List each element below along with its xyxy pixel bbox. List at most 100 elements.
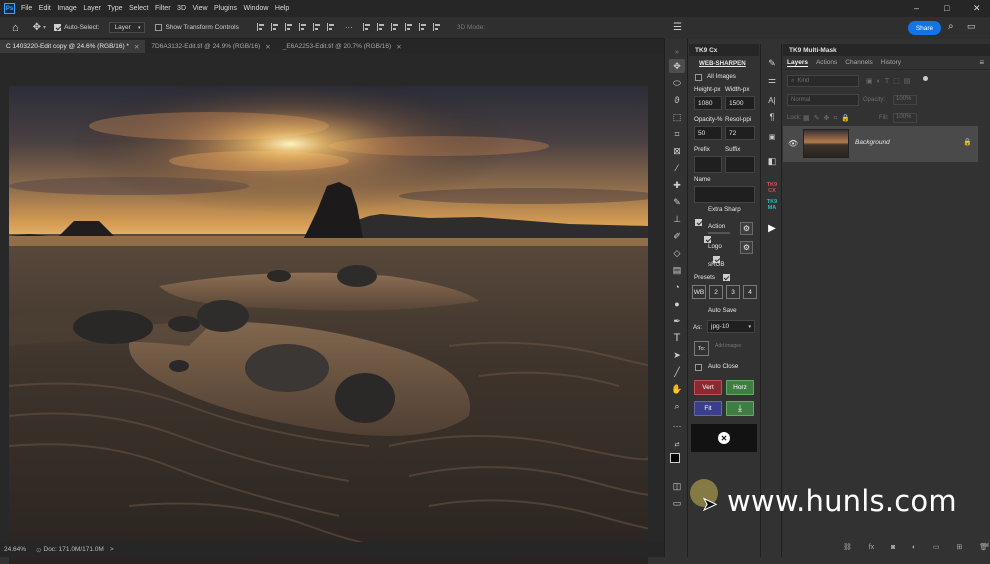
layer-filter-icons[interactable]: ▣◐T⬚▤ <box>866 77 914 85</box>
clone-stamp-icon[interactable]: ⊥ <box>669 212 685 226</box>
close-tab-icon[interactable]: ✕ <box>396 43 401 51</box>
resize-grip-icon[interactable]: ◢ <box>984 541 989 548</box>
brush-settings-icon[interactable]: ✎ <box>765 56 779 70</box>
tab-document-2[interactable]: 7D6A3132-Edit.tif @ 24.9% (RGB/16) ✕ <box>145 40 277 53</box>
opacity-input[interactable]: 50 <box>694 126 722 140</box>
width-input[interactable]: 1500 <box>725 96 755 110</box>
tab-channels[interactable]: Channels <box>845 59 872 66</box>
blur-tool-icon[interactable]: ◔ <box>669 280 685 294</box>
toolbar-collapse-icon[interactable]: » <box>669 45 685 59</box>
menu-filter[interactable]: Filter <box>155 5 171 12</box>
path-selection-icon[interactable]: ➤ <box>669 348 685 362</box>
auto-select-target-dropdown[interactable]: Layer ▾ <box>109 22 146 33</box>
menu-plugins[interactable]: Plugins <box>214 5 237 12</box>
menu-window[interactable]: Window <box>244 5 269 12</box>
web-sharpen-link[interactable]: WEB-SHARPEN <box>699 60 746 67</box>
add-mask-icon[interactable]: ◙ <box>891 544 895 551</box>
download-icon[interactable]: ⤓ <box>726 401 754 416</box>
crop-tool-icon[interactable]: ⌗ <box>669 127 685 141</box>
object-selection-icon[interactable]: ⬚ <box>669 110 685 124</box>
properties-panel-icon[interactable]: ◧ <box>765 154 779 168</box>
move-tool-icon[interactable]: ✥ <box>669 59 685 73</box>
link-layers-icon[interactable]: ⛓ <box>843 543 852 551</box>
minimize-button[interactable]: – <box>914 3 919 13</box>
new-layer-icon[interactable]: ⊞ <box>956 543 962 551</box>
fit-button[interactable]: Fit <box>694 401 722 416</box>
menu-select[interactable]: Select <box>129 5 148 12</box>
suffix-input[interactable] <box>725 156 755 173</box>
close-circle-icon[interactable]: ✕ <box>718 432 730 444</box>
brush-tool-icon[interactable]: ✎ <box>669 195 685 209</box>
adjustment-layer-icon[interactable]: ◐ <box>912 544 916 551</box>
pen-tool-icon[interactable]: ✒ <box>669 314 685 328</box>
eraser-icon[interactable]: ◇ <box>669 246 685 260</box>
blend-mode-dropdown[interactable]: Normal <box>787 94 859 106</box>
align-center-icon[interactable] <box>270 22 279 31</box>
menu-3d[interactable]: 3D <box>177 5 186 12</box>
screen-mode-icon[interactable]: ▭ <box>669 496 685 510</box>
menu-help[interactable]: Help <box>275 5 289 12</box>
close-tab-icon[interactable]: ✕ <box>134 43 139 51</box>
marquee-tool-icon[interactable]: ⬭ <box>669 76 685 90</box>
to-folder-button[interactable]: To: <box>694 341 709 356</box>
action-checkbox[interactable] <box>704 236 712 243</box>
frame-tool-icon[interactable]: ⊠ <box>669 144 685 158</box>
eyedropper-icon[interactable]: ⁄ <box>669 161 685 175</box>
history-brush-icon[interactable]: ✐ <box>669 229 685 243</box>
zoom-level[interactable]: 24.64% <box>4 546 26 553</box>
height-input[interactable]: 1080 <box>694 96 722 110</box>
zoom-tool-icon[interactable]: ⌕ <box>669 399 685 413</box>
layer-filter-dropdown[interactable]: ⌕ Kind <box>787 75 859 87</box>
action-selector[interactable] <box>708 232 730 234</box>
move-tool-icon[interactable]: ✥ <box>33 22 41 33</box>
resolution-input[interactable]: 72 <box>725 126 755 140</box>
close-window-button[interactable]: ✕ <box>973 3 981 14</box>
preset-wb-button[interactable]: WB <box>692 285 706 299</box>
play-action-icon[interactable]: ▶ <box>765 221 779 235</box>
home-icon[interactable]: ⌂ <box>12 22 19 34</box>
preset-2-button[interactable]: 2 <box>709 285 723 299</box>
logo-settings-gear-icon[interactable]: ⚙ <box>740 241 753 254</box>
more-options-icon[interactable]: ··· <box>345 23 353 32</box>
distribute-center-icon[interactable] <box>376 22 385 31</box>
action-settings-gear-icon[interactable]: ⚙ <box>740 222 753 235</box>
auto-close-checkbox[interactable] <box>695 364 702 371</box>
character-panel-icon[interactable]: A| <box>765 93 779 107</box>
distribute-icons[interactable] <box>362 22 447 33</box>
dodge-tool-icon[interactable]: ● <box>669 297 685 311</box>
distribute-left-icon[interactable] <box>362 22 371 31</box>
close-tab-icon[interactable]: ✕ <box>265 43 270 51</box>
edit-toolbar-icon[interactable]: ··· <box>669 419 685 433</box>
tab-actions[interactable]: Actions <box>816 59 837 66</box>
tab-document-3[interactable]: _E6A2253-Edit.tif @ 20.7% (RGB/16) ✕ <box>276 40 408 53</box>
quick-mask-icon[interactable]: ◫ <box>669 479 685 493</box>
align-bottom-icon[interactable] <box>326 22 335 31</box>
horz-button[interactable]: Horz <box>726 380 754 395</box>
foreground-color-swatch[interactable] <box>670 453 680 463</box>
distribute-right-icon[interactable] <box>390 22 399 31</box>
type-tool-icon[interactable]: T <box>669 331 685 345</box>
layer-style-icon[interactable]: fx <box>869 544 874 551</box>
layer-name[interactable]: Background <box>855 139 890 146</box>
panel-menu-icon[interactable]: ≡ <box>979 58 984 67</box>
layer-row-background[interactable]: 👁 Background 🔒 <box>783 126 978 162</box>
line-tool-icon[interactable]: ╱ <box>669 365 685 379</box>
hand-tool-icon[interactable]: ✋ <box>669 382 685 396</box>
align-top-icon[interactable] <box>298 22 307 31</box>
status-arrow[interactable]: > <box>110 546 114 553</box>
prefix-input[interactable] <box>694 156 722 173</box>
align-icons[interactable] <box>256 22 341 33</box>
share-button[interactable]: Share <box>908 21 941 35</box>
gradient-tool-icon[interactable]: ▤ <box>669 263 685 277</box>
seascape-photo[interactable] <box>9 86 648 564</box>
preset-4-button[interactable]: 4 <box>743 285 757 299</box>
layer-fill-input[interactable]: 100% <box>893 113 917 123</box>
extra-sharp-checkbox[interactable] <box>695 219 702 226</box>
new-group-icon[interactable]: ▭ <box>933 543 940 551</box>
workspace-icon[interactable]: ☰ <box>673 22 682 33</box>
align-left-icon[interactable] <box>256 22 265 31</box>
preset-3-button[interactable]: 3 <box>726 285 740 299</box>
vert-button[interactable]: Vert <box>694 380 722 395</box>
distribute-bottom-icon[interactable] <box>432 22 441 31</box>
tk9-preview-area[interactable]: ✕ <box>691 424 757 452</box>
